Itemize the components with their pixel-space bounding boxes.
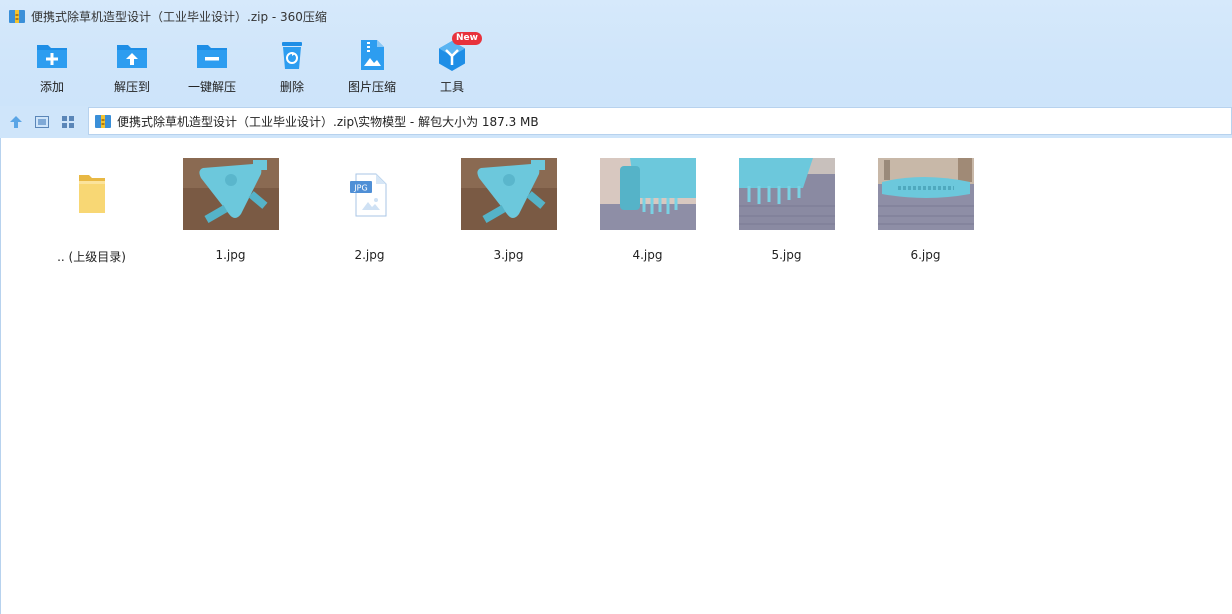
title-bar[interactable]: 便携式除草机造型设计（工业毕业设计）.zip - 360压缩: [0, 0, 1232, 32]
view-grid-icon[interactable]: [58, 112, 78, 132]
add-folder-icon: [35, 38, 69, 72]
photo-thumbnail: [599, 158, 696, 230]
archive-path-icon: [95, 113, 111, 129]
one-click-extract-button[interactable]: 一键解压: [172, 36, 252, 98]
image-compress-label: 图片压缩: [347, 80, 396, 94]
recycle-bin-icon: [275, 38, 309, 72]
app-window: 便携式除草机造型设计（工业毕业设计）.zip - 360压缩 添加 解压到 一键…: [0, 0, 1232, 614]
file-item-2[interactable]: JPG 2.jpg: [300, 158, 439, 268]
tools-button[interactable]: New 工具: [412, 32, 492, 98]
new-badge: New: [452, 32, 482, 45]
delete-label: 删除: [279, 80, 304, 94]
file-name: 5.jpg: [771, 248, 802, 262]
photo-thumbnail: [877, 158, 974, 230]
file-item-3[interactable]: 3.jpg: [439, 158, 578, 268]
file-item-6[interactable]: 6.jpg: [856, 158, 995, 268]
file-item-5[interactable]: 5.jpg: [717, 158, 856, 268]
tools-label: 工具: [439, 80, 464, 94]
file-item-1[interactable]: 1.jpg: [161, 158, 300, 268]
photo-thumbnail: [182, 158, 279, 230]
file-name: .. (上级目录): [57, 250, 126, 264]
file-name: 1.jpg: [215, 248, 246, 262]
window-title: 便携式除草机造型设计（工业毕业设计）.zip - 360压缩: [31, 9, 327, 24]
one-click-extract-icon: [195, 38, 229, 72]
file-name: 6.jpg: [910, 248, 941, 262]
path-text: 便携式除草机造型设计（工业毕业设计）.zip\实物模型 - 解包大小为 187.…: [117, 114, 539, 129]
add-label: 添加: [39, 80, 64, 94]
file-grid: .. (上级目录) 1.jpg JPG 2.jpg 3.jpg 4.jpg 5.…: [22, 158, 995, 268]
file-item-4[interactable]: 4.jpg: [578, 158, 717, 268]
window-chrome: 便携式除草机造型设计（工业毕业设计）.zip - 360压缩 添加 解压到 一键…: [0, 0, 1232, 106]
one-click-extract-label: 一键解压: [187, 80, 236, 94]
jpg-file-icon: JPG: [322, 158, 418, 230]
address-bar: 便携式除草机造型设计（工业毕业设计）.zip\实物模型 - 解包大小为 187.…: [0, 106, 1232, 138]
file-name: 2.jpg: [354, 248, 385, 262]
view-list-icon[interactable]: [32, 112, 52, 132]
extract-folder-icon: [115, 38, 149, 72]
parent-folder-icon: [44, 158, 140, 230]
file-view: .. (上级目录) 1.jpg JPG 2.jpg 3.jpg 4.jpg 5.…: [0, 138, 1232, 614]
add-button[interactable]: 添加: [12, 36, 92, 98]
jpg-tag-text: JPG: [353, 184, 367, 193]
toolbar: 添加 解压到 一键解压 删除 图片压缩 New 工具: [12, 32, 492, 100]
photo-thumbnail: [738, 158, 835, 230]
delete-button[interactable]: 删除: [252, 36, 332, 98]
image-compress-icon: [355, 38, 389, 72]
up-arrow-icon[interactable]: [6, 112, 26, 132]
extract-to-button[interactable]: 解压到: [92, 36, 172, 98]
photo-thumbnail: [460, 158, 557, 230]
file-item-parent[interactable]: .. (上级目录): [22, 158, 161, 268]
archive-app-icon: [9, 8, 25, 24]
file-name: 3.jpg: [493, 248, 524, 262]
path-field[interactable]: 便携式除草机造型设计（工业毕业设计）.zip\实物模型 - 解包大小为 187.…: [88, 107, 1232, 135]
image-compress-button[interactable]: 图片压缩: [332, 36, 412, 98]
extract-to-label: 解压到: [113, 80, 150, 94]
file-name: 4.jpg: [632, 248, 663, 262]
tools-cube-icon: New: [435, 32, 482, 72]
